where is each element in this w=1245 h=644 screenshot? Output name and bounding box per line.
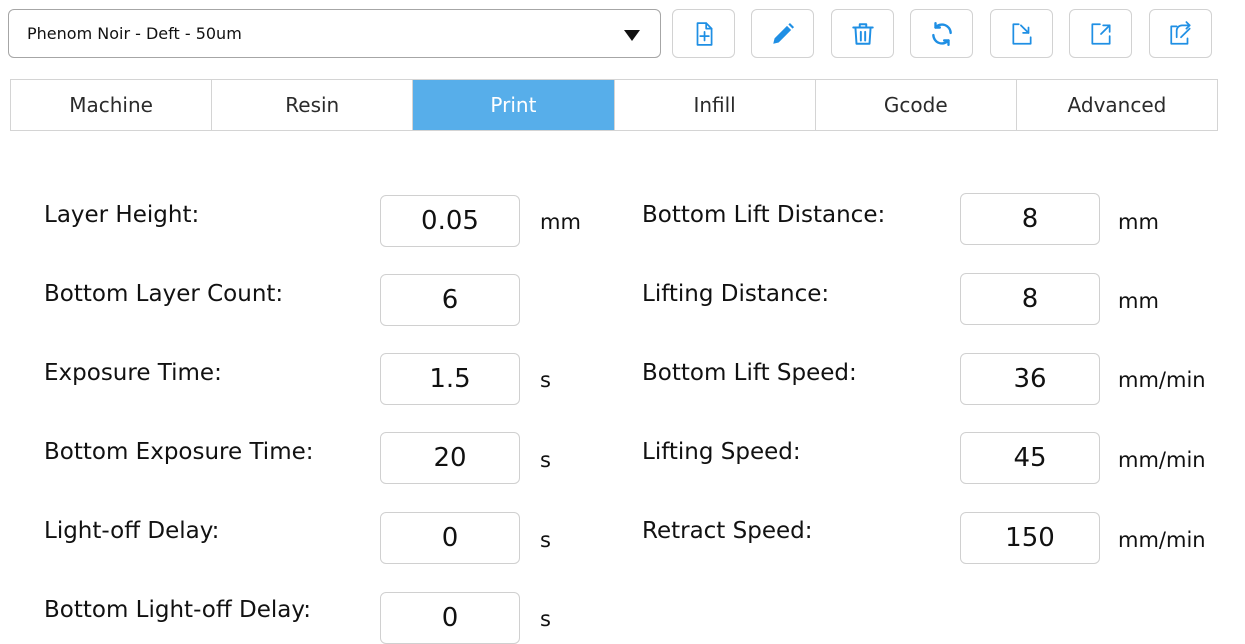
bottom-exposure-time-label: Bottom Exposure Time: — [44, 439, 314, 465]
profile-dropdown[interactable]: Phenom Noir - Deft - 50um — [8, 9, 661, 58]
exposure-time-unit: s — [540, 368, 551, 392]
tab-infill[interactable]: Infill — [614, 80, 816, 130]
retract-speed-label: Retract Speed: — [642, 518, 813, 544]
tab-advanced[interactable]: Advanced — [1016, 80, 1218, 130]
import-profile-button[interactable] — [990, 9, 1053, 58]
light-off-delay-input[interactable]: 0 — [380, 512, 520, 564]
layer-height-label: Layer Height: — [44, 202, 200, 228]
bottom-light-off-delay-unit: s — [540, 607, 551, 631]
pencil-icon — [772, 22, 794, 44]
new-profile-button[interactable] — [672, 9, 735, 58]
retract-speed-unit: mm/min — [1118, 528, 1206, 552]
settings-tab-bar: Machine Resin Print Infill Gcode Advance… — [10, 79, 1218, 131]
reset-profile-button[interactable] — [910, 9, 973, 58]
bottom-lift-speed-label: Bottom Lift Speed: — [642, 360, 857, 386]
import-icon — [1011, 22, 1032, 45]
delete-profile-button[interactable] — [831, 9, 894, 58]
bottom-lift-speed-input[interactable]: 36 — [960, 353, 1100, 405]
lifting-speed-input[interactable]: 45 — [960, 432, 1100, 484]
lifting-speed-label: Lifting Speed: — [642, 439, 801, 465]
bottom-light-off-delay-label: Bottom Light-off Delay: — [44, 597, 312, 623]
file-plus-icon — [696, 21, 712, 46]
lifting-distance-unit: mm — [1118, 289, 1159, 313]
trash-icon — [851, 22, 874, 45]
bottom-exposure-time-unit: s — [540, 448, 551, 472]
exposure-time-input[interactable]: 1.5 — [380, 353, 520, 405]
layer-height-input[interactable]: 0.05 — [380, 195, 520, 247]
bottom-light-off-delay-input[interactable]: 0 — [380, 592, 520, 644]
tab-resin[interactable]: Resin — [212, 80, 414, 130]
edit-profile-button[interactable] — [751, 9, 814, 58]
retract-speed-input[interactable]: 150 — [960, 512, 1100, 564]
bottom-layer-count-input[interactable]: 6 — [380, 274, 520, 326]
export-profile-button[interactable] — [1069, 9, 1132, 58]
lifting-distance-input[interactable]: 8 — [960, 273, 1100, 325]
bottom-exposure-time-input[interactable]: 20 — [380, 432, 520, 484]
layer-height-unit: mm — [540, 210, 581, 234]
lifting-distance-label: Lifting Distance: — [642, 281, 830, 307]
export-multiple-icon — [1169, 20, 1191, 45]
bottom-lift-distance-input[interactable]: 8 — [960, 193, 1100, 245]
chevron-down-icon[interactable] — [624, 30, 640, 41]
export-all-profiles-button[interactable] — [1149, 9, 1212, 58]
bottom-layer-count-label: Bottom Layer Count: — [44, 281, 284, 307]
bottom-lift-distance-unit: mm — [1118, 210, 1159, 234]
light-off-delay-unit: s — [540, 528, 551, 552]
lifting-speed-unit: mm/min — [1118, 448, 1206, 472]
exposure-time-label: Exposure Time: — [44, 360, 222, 386]
refresh-icon — [931, 21, 952, 46]
tab-machine[interactable]: Machine — [11, 80, 213, 130]
tab-print[interactable]: Print — [413, 80, 615, 130]
profile-dropdown-value: Phenom Noir - Deft - 50um — [27, 24, 242, 43]
bottom-lift-speed-unit: mm/min — [1118, 368, 1206, 392]
tab-gcode[interactable]: Gcode — [815, 80, 1017, 130]
export-icon — [1090, 22, 1111, 45]
bottom-lift-distance-label: Bottom Lift Distance: — [642, 202, 886, 228]
light-off-delay-label: Light-off Delay: — [44, 518, 220, 544]
